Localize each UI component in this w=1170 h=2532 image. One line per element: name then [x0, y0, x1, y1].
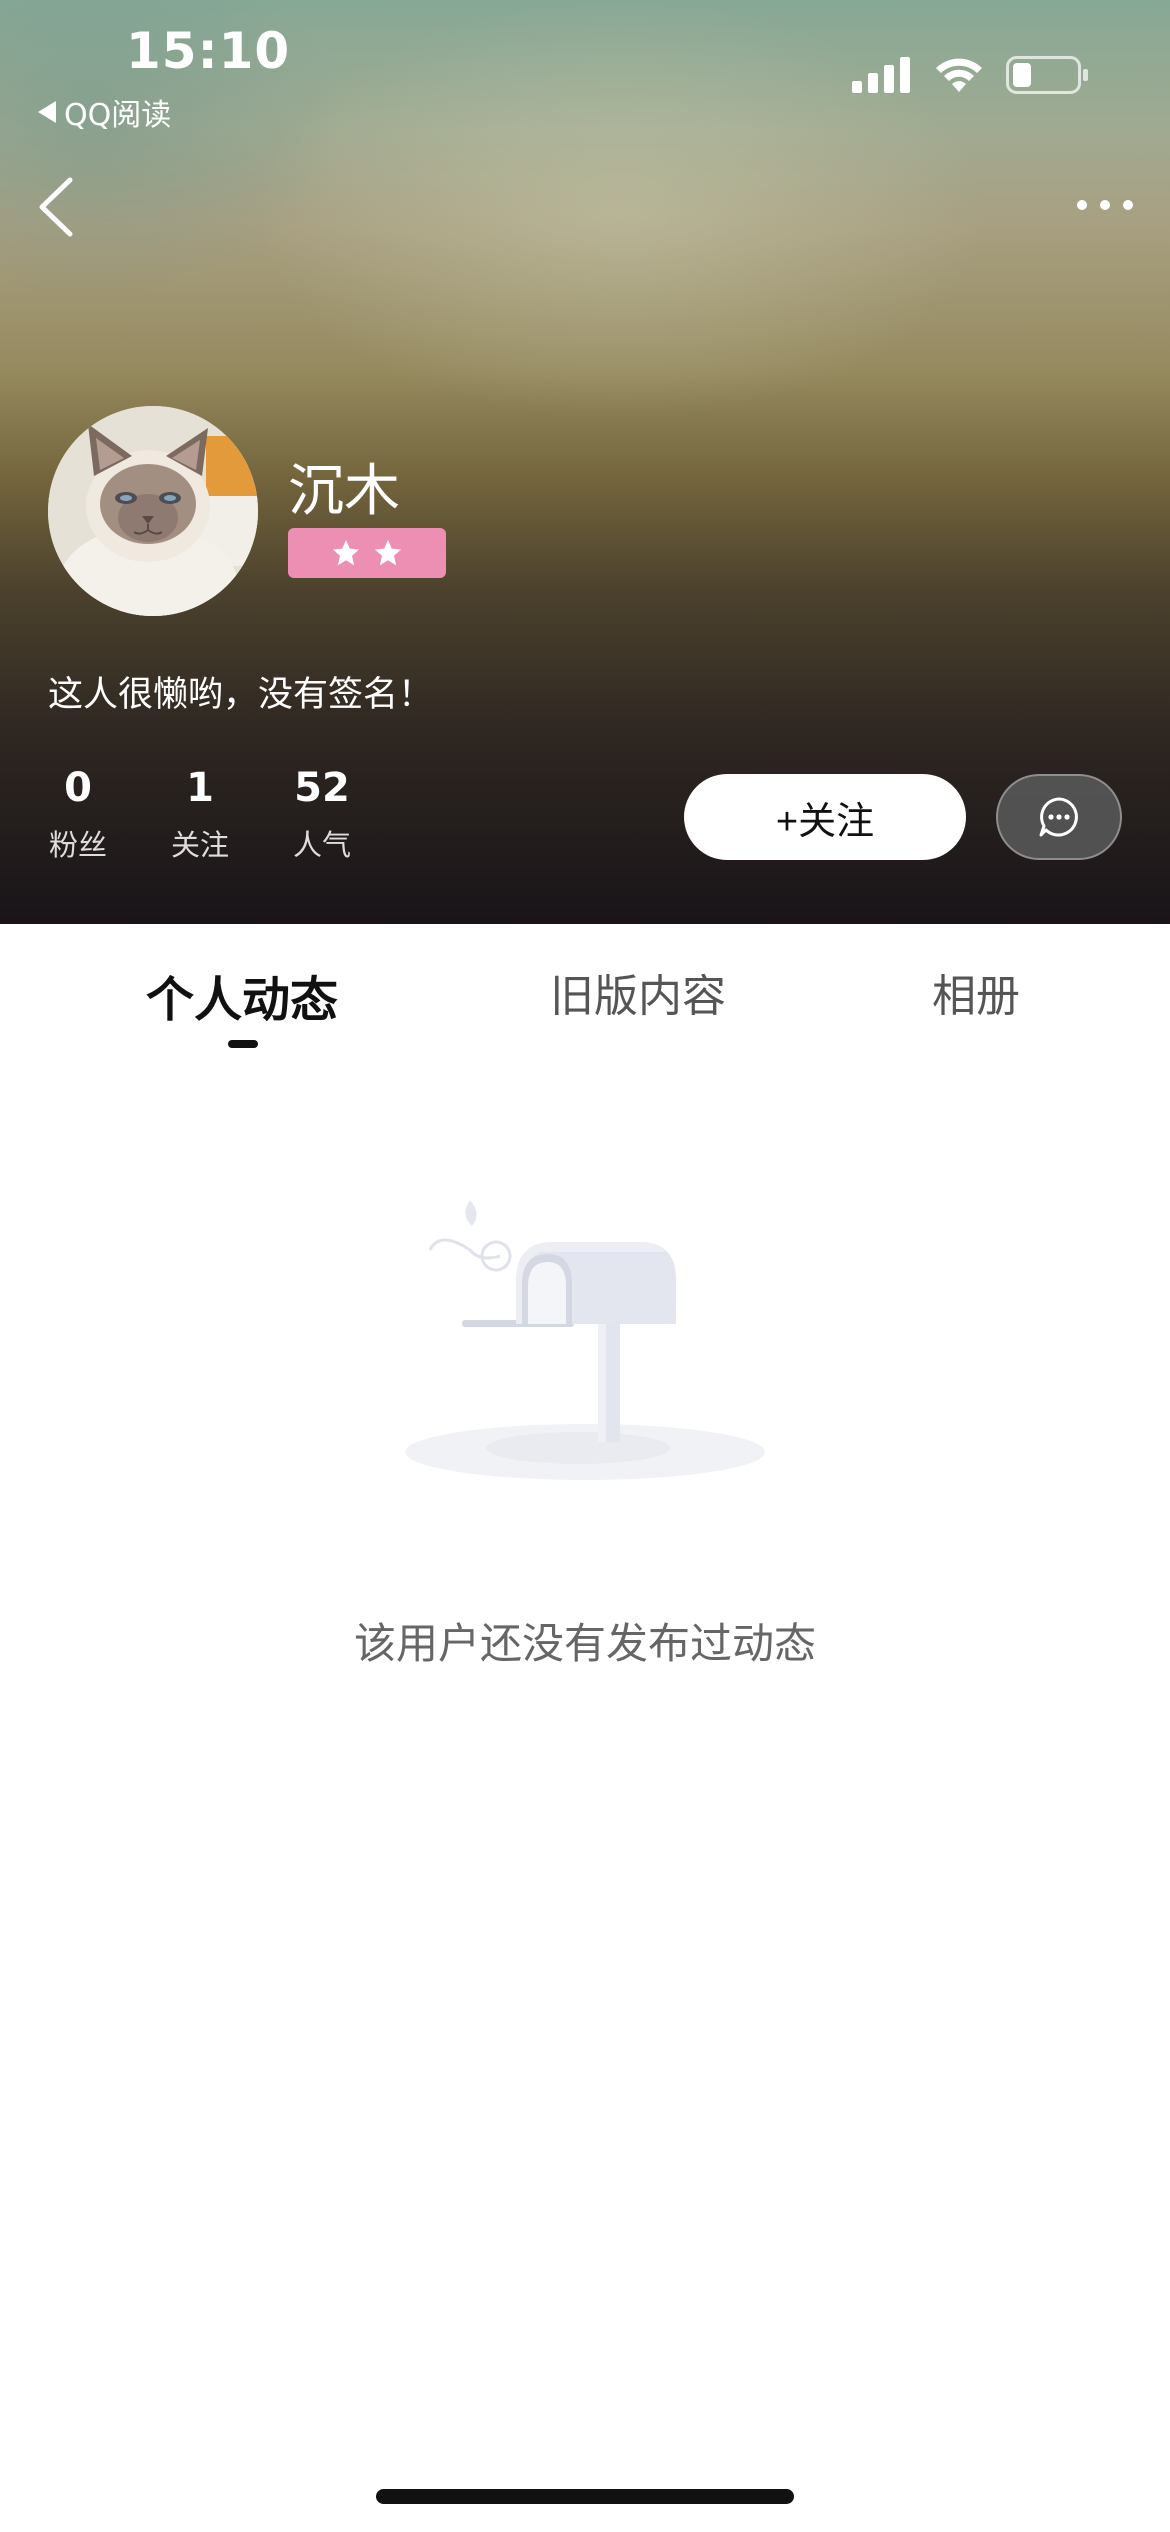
status-icons [852, 56, 1090, 94]
star-icon [374, 539, 402, 566]
back-chevron-icon[interactable] [30, 172, 90, 242]
stat-fans[interactable]: 0 粉丝 [18, 760, 138, 864]
empty-message: 该用户还没有发布过动态 [353, 1619, 816, 1668]
profile-header: 15:10 QQ阅读 沉木 这人很懒哟，没有签名！ 0 粉丝 1 关注 52 人… [0, 0, 1170, 924]
level-badge [288, 528, 446, 578]
stat-label: 粉丝 [48, 828, 107, 862]
active-tab-indicator [228, 1040, 258, 1048]
back-to-app[interactable]: QQ阅读 [38, 90, 171, 134]
stat-popularity: 52 人气 [262, 760, 382, 864]
battery-icon [1006, 56, 1088, 94]
signal-icon [852, 57, 910, 93]
more-horizontal-icon[interactable] [1070, 180, 1140, 230]
stat-label: 人气 [292, 828, 351, 862]
follow-button[interactable]: +关注 [684, 774, 966, 860]
wifi-icon [936, 58, 982, 92]
back-triangle-icon [38, 101, 56, 123]
signature: 这人很懒哟，没有签名！ [48, 675, 434, 715]
stat-label: 关注 [170, 828, 229, 862]
star-icon [332, 539, 360, 566]
tab-personal-updates[interactable]: 个人动态 [146, 960, 338, 1030]
cat-avatar-image [48, 406, 258, 616]
avatar[interactable] [48, 406, 258, 616]
mailbox-illustration [405, 1200, 765, 1480]
stat-following[interactable]: 1 关注 [140, 760, 260, 864]
profile-screen: 15:10 QQ阅读 沉木 这人很懒哟，没有签名！ 0 粉丝 1 关注 52 人… [0, 0, 1170, 2532]
home-indicator [376, 2489, 794, 2504]
stat-value: 52 [294, 765, 350, 811]
stat-value: 1 [186, 765, 214, 811]
tab-old-content[interactable]: 旧版内容 [550, 960, 726, 1024]
tab-album[interactable]: 相册 [932, 960, 1020, 1024]
chat-bubble-icon [1039, 797, 1078, 837]
profile-tabs: 个人动态 旧版内容 相册 [0, 924, 1170, 1064]
back-app-label: QQ阅读 [64, 98, 172, 133]
status-time: 15:10 [126, 22, 291, 80]
stat-value: 0 [64, 765, 92, 811]
message-button[interactable] [996, 774, 1122, 860]
username: 沉木 [288, 459, 400, 524]
